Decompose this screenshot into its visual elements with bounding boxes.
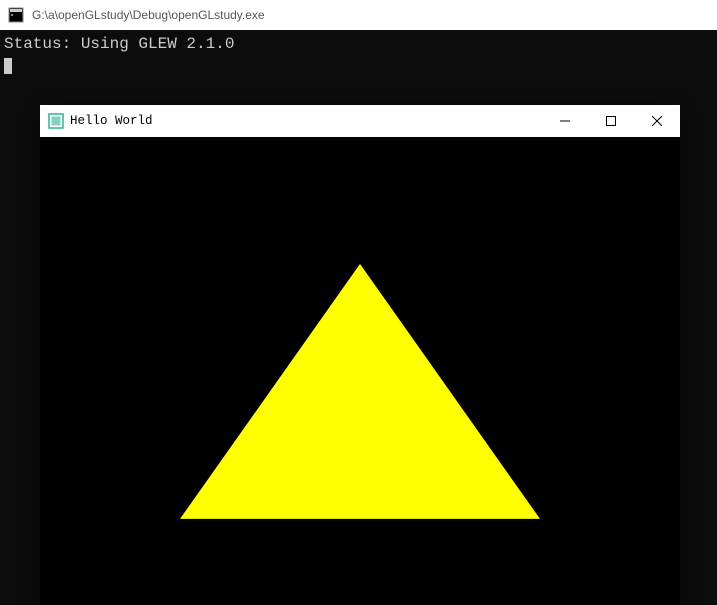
maximize-button[interactable] xyxy=(588,105,634,137)
app-icon xyxy=(48,113,64,129)
minimize-icon xyxy=(560,116,570,126)
console-status-line: Status: Using GLEW 2.1.0 xyxy=(4,34,713,55)
close-button[interactable] xyxy=(634,105,680,137)
opengl-app-window: Hello World xyxy=(40,105,680,605)
console-output[interactable]: Status: Using GLEW 2.1.0 Hello World xyxy=(0,30,717,575)
minimize-button[interactable] xyxy=(542,105,588,137)
console-cursor xyxy=(4,58,12,74)
app-titlebar[interactable]: Hello World xyxy=(40,105,680,137)
opengl-canvas xyxy=(40,137,680,605)
maximize-icon xyxy=(606,116,616,126)
close-icon xyxy=(652,116,662,126)
console-window-title: G:\a\openGLstudy\Debug\openGLstudy.exe xyxy=(32,8,265,22)
app-window-title: Hello World xyxy=(70,113,542,129)
console-window: G:\a\openGLstudy\Debug\openGLstudy.exe S… xyxy=(0,0,717,575)
rendered-triangle xyxy=(180,264,540,519)
window-controls xyxy=(542,105,680,137)
console-app-icon xyxy=(8,7,24,23)
console-titlebar[interactable]: G:\a\openGLstudy\Debug\openGLstudy.exe xyxy=(0,0,717,30)
